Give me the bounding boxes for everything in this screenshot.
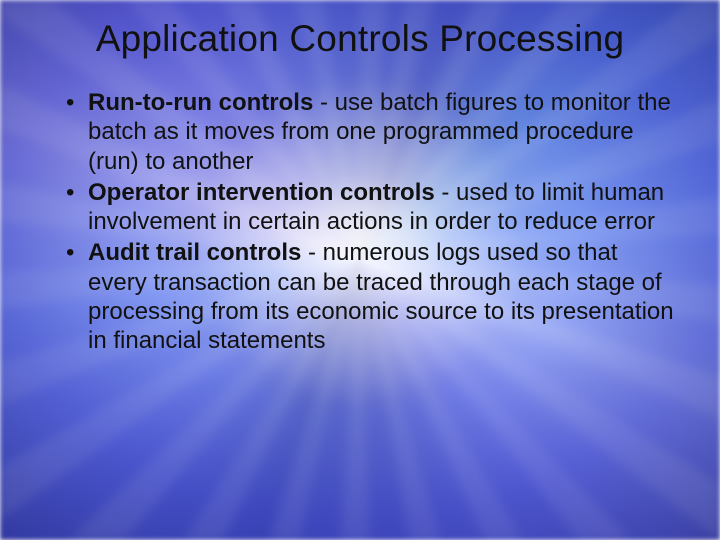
bullet-term: Audit trail controls: [88, 239, 301, 266]
bullet-sep: -: [313, 89, 334, 116]
bullet-term: Run-to-run controls: [88, 89, 313, 116]
bullet-sep: -: [435, 179, 456, 206]
list-item: Operator intervention controls - used to…: [66, 178, 680, 237]
bullet-term: Operator intervention controls: [88, 179, 435, 206]
slide-title: Application Controls Processing: [40, 18, 680, 60]
bullet-list: Run-to-run controls - use batch figures …: [40, 88, 680, 355]
bullet-sep: -: [301, 239, 322, 266]
slide-content: Application Controls Processing Run-to-r…: [0, 0, 720, 540]
list-item: Run-to-run controls - use batch figures …: [66, 88, 680, 176]
list-item: Audit trail controls - numerous logs use…: [66, 238, 680, 355]
